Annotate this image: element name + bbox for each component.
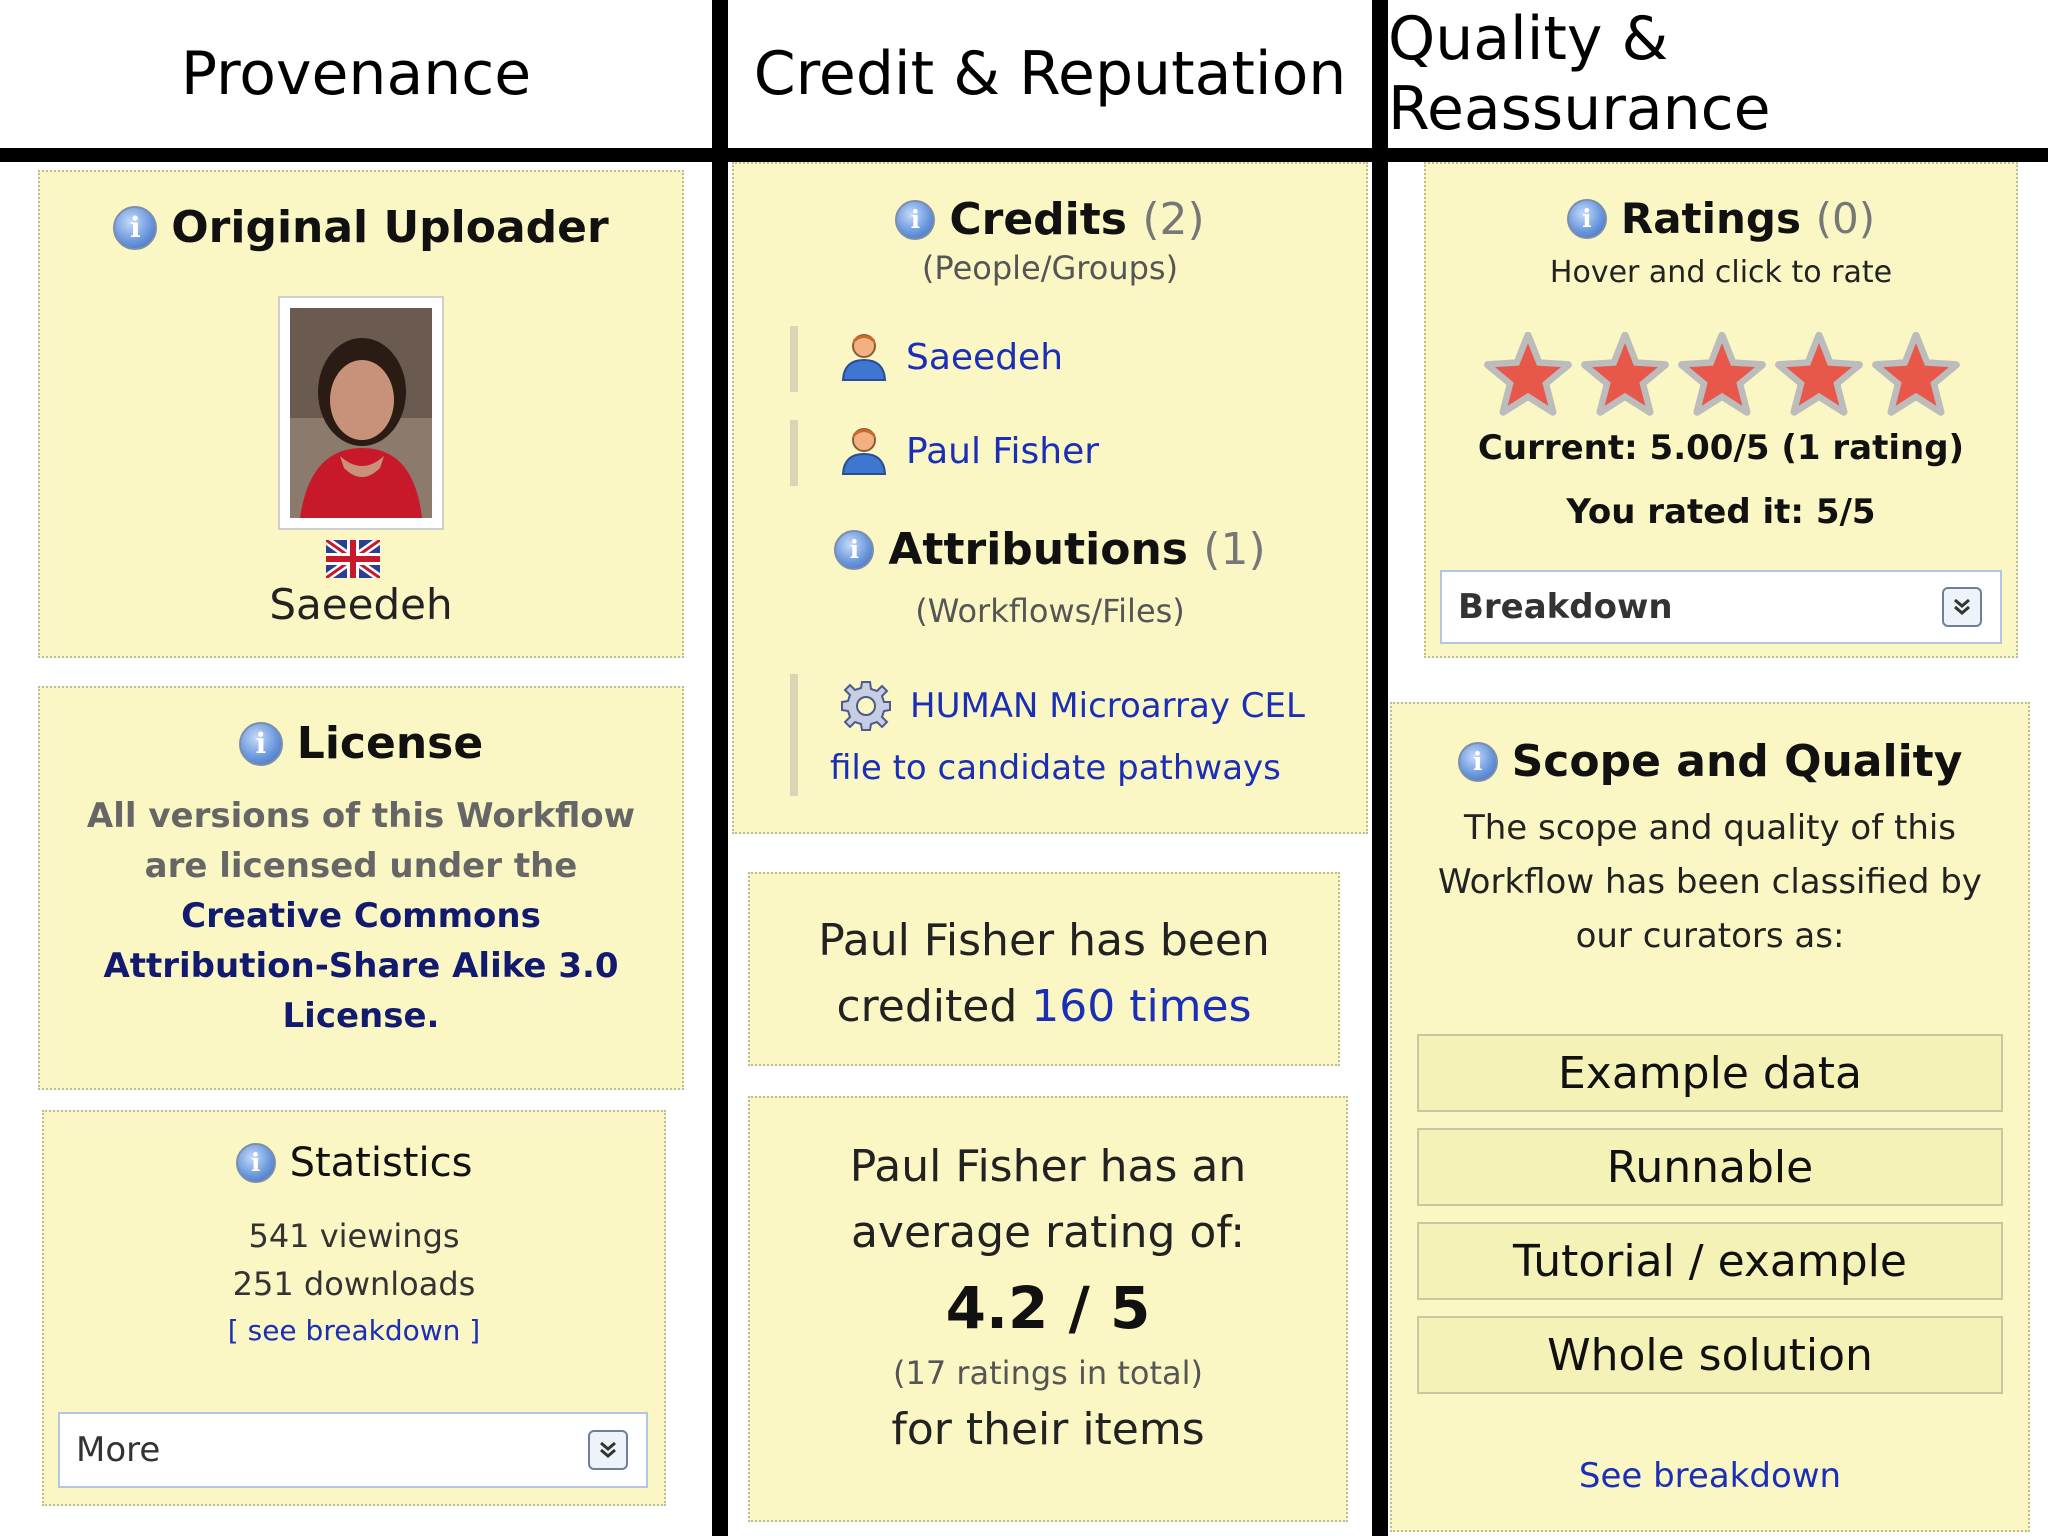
scope-text-line: Workflow has been classified by (1438, 862, 1982, 902)
ratings-title-row: i Ratings (0) (1426, 194, 2016, 243)
ratings-count: (0) (1815, 194, 1876, 243)
quality-tag[interactable]: Tutorial / example (1417, 1222, 2003, 1300)
avg-line: Paul Fisher has an (849, 1141, 1247, 1192)
header-divider (0, 148, 2048, 162)
breakdown-dropdown[interactable]: Breakdown (1440, 570, 2002, 644)
attributions-title-row: i Attributions (1) (734, 524, 1366, 575)
ratings-title: Ratings (1620, 194, 1801, 243)
credits-subtitle: (People/Groups) (921, 249, 1179, 287)
attribution-link[interactable]: HUMAN Microarray CEL (910, 686, 1305, 726)
credits-count: (2) (1142, 194, 1205, 245)
info-icon[interactable]: i (113, 205, 158, 250)
scope-title-row: i Scope and Quality (1392, 736, 2028, 787)
more-label: More (76, 1430, 161, 1470)
license-title-row: i License (40, 718, 682, 769)
credit-person[interactable]: Saeedeh (840, 332, 1063, 382)
star-icon[interactable] (1676, 330, 1768, 422)
info-icon[interactable]: i (1566, 198, 1607, 239)
avatar-photo (290, 308, 432, 518)
quality-tag[interactable]: Runnable (1417, 1128, 2003, 1206)
more-dropdown[interactable]: More (58, 1412, 648, 1488)
credit-marker (790, 420, 798, 486)
info-icon[interactable]: i (834, 529, 875, 570)
scope-title: Scope and Quality (1511, 736, 1963, 787)
license-text-line: All versions of this Workflow (86, 796, 636, 836)
credited-line: Paul Fisher has been (818, 915, 1270, 966)
quality-tag[interactable]: Whole solution (1417, 1316, 2003, 1394)
rate-hint: Hover and click to rate (1549, 255, 1893, 290)
attribution-link[interactable]: file to candidate pathways (830, 748, 1281, 788)
quality-tag[interactable]: Example data (1417, 1034, 2003, 1112)
uploader-title: Original Uploader (171, 202, 609, 253)
attribution-item[interactable]: HUMAN Microarray CEL (840, 680, 1305, 732)
person-icon (841, 334, 887, 381)
downloads-count: 251 downloads (232, 1265, 476, 1303)
info-icon[interactable]: i (238, 721, 283, 766)
credited-times-link[interactable]: 160 times (1031, 981, 1251, 1032)
license-link[interactable]: Attribution-Share Alike 3.0 (40, 941, 682, 991)
star-icon[interactable] (1482, 330, 1574, 422)
uploader-name[interactable]: Saeedeh (40, 580, 682, 629)
current-rating: Current: 5.00/5 (1 rating) (1477, 428, 1965, 468)
column-divider-left (712, 0, 728, 1536)
star-icon[interactable] (1579, 330, 1671, 422)
scope-text-line: our curators as: (1575, 916, 1845, 956)
avg-line: average rating of: (850, 1207, 1246, 1258)
credits-title-row: i Credits (2) (734, 194, 1366, 245)
header-quality-reassurance: Quality & Reassurance (1388, 4, 1771, 144)
ratings-total: (17 ratings in total) (892, 1354, 1203, 1392)
attributions-count: (1) (1203, 524, 1266, 575)
uk-flag-icon (326, 540, 380, 578)
license-text-line: are licensed under the (144, 846, 578, 886)
license-link[interactable]: Creative Commons (40, 891, 682, 941)
average-rating-value: 4.2 / 5 (945, 1274, 1151, 1342)
info-icon[interactable]: i (235, 1143, 276, 1183)
viewings-count: 541 viewings (248, 1217, 460, 1255)
credits-panel: i Credits (2) (People/Groups) Saeedeh Pa… (732, 162, 1368, 834)
credit-marker (790, 326, 798, 392)
license-panel: i License All versions of this Workflow … (38, 686, 684, 1090)
avatar[interactable] (278, 296, 444, 530)
statistics-panel: i Statistics 541 viewings 251 downloads … (42, 1110, 666, 1506)
average-rating-box: Paul Fisher has an average rating of: 4.… (748, 1096, 1348, 1522)
header-provenance: Provenance (180, 39, 532, 109)
original-uploader-panel: i Original Uploader Saeedeh (38, 170, 684, 658)
credit-person[interactable]: Paul Fisher (840, 426, 1099, 476)
info-icon[interactable]: i (895, 199, 936, 240)
star-icon[interactable] (1870, 330, 1962, 422)
uploader-title-row: i Original Uploader (40, 202, 682, 253)
attribution-marker (790, 674, 798, 796)
see-breakdown-link[interactable]: See breakdown (1392, 1456, 2028, 1496)
statistics-title-row: i Statistics (44, 1140, 664, 1186)
license-link[interactable]: License. (40, 991, 682, 1041)
attributions-title: Attributions (888, 524, 1188, 575)
chevron-down-icon[interactable] (588, 1430, 628, 1470)
scope-text-line: The scope and quality of this (1463, 808, 1957, 848)
credited-line: credited (836, 981, 1032, 1032)
chevron-down-icon[interactable] (1942, 587, 1982, 627)
info-icon[interactable]: i (1457, 741, 1498, 782)
person-icon (841, 428, 887, 475)
gear-icon (841, 681, 891, 731)
attributions-subtitle: (Workflows/Files) (915, 592, 1185, 630)
column-divider-right (1372, 0, 1388, 1536)
star-rating[interactable] (1482, 330, 1962, 422)
ratings-panel: i Ratings (0) Hover and click to rate Cu… (1424, 162, 2018, 658)
statistics-title: Statistics (289, 1140, 473, 1186)
license-title: License (296, 718, 484, 769)
credits-title: Credits (949, 194, 1127, 245)
see-breakdown-link[interactable]: [ see breakdown ] (44, 1314, 664, 1347)
star-icon[interactable] (1773, 330, 1865, 422)
credit-person-name[interactable]: Paul Fisher (906, 431, 1099, 472)
header-credit-reputation: Credit & Reputation (753, 39, 1347, 109)
avg-line: for their items (891, 1404, 1205, 1455)
your-rating: You rated it: 5/5 (1566, 492, 1876, 532)
scope-quality-panel: i Scope and Quality The scope and qualit… (1390, 702, 2030, 1532)
credited-summary-box: Paul Fisher has been credited 160 times (748, 872, 1340, 1066)
credit-person-name[interactable]: Saeedeh (906, 337, 1063, 378)
breakdown-label: Breakdown (1458, 587, 1673, 627)
